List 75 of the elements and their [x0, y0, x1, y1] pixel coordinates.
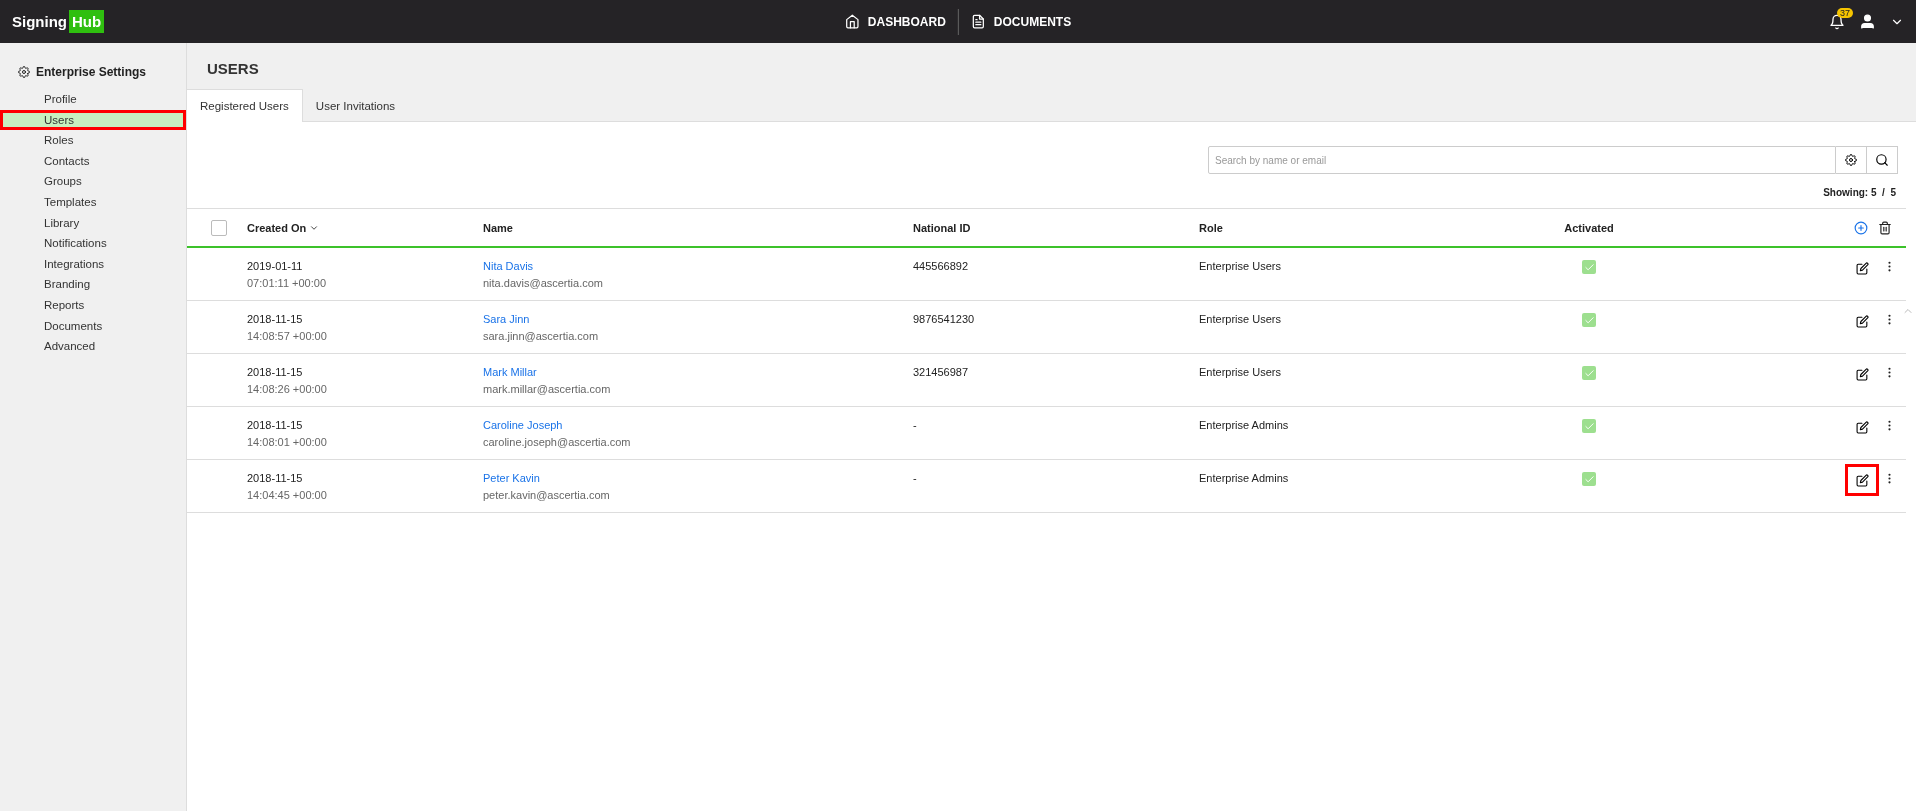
- table-cell-text: Enterprise Admins: [1199, 472, 1290, 484]
- table-cell-text: 9876541230: [913, 313, 976, 325]
- table-cell-text: Enterprise Users: [1199, 366, 1282, 378]
- document-icon: [970, 14, 986, 29]
- pencil-icon: [1855, 261, 1869, 275]
- table-cell-text: -: [913, 419, 918, 431]
- page-title: USERS: [206, 59, 260, 79]
- edit-button[interactable]: [1845, 464, 1879, 496]
- gear-icon: [18, 66, 30, 78]
- table-cell-text: 2018-11-15: [247, 366, 304, 378]
- pencil-icon: [1855, 420, 1869, 434]
- sidebar-item[interactable]: Library: [0, 212, 186, 234]
- table-cell-text: sara.jinn@ascertia.com: [483, 330, 600, 342]
- sidebar-item[interactable]: Branding: [0, 274, 186, 295]
- table-cell-text: 14:08:01 +00:00: [247, 436, 328, 448]
- table-cell-text: 2018-11-15: [247, 472, 304, 484]
- table-cell-text: mark.millar@ascertia.com: [483, 383, 612, 395]
- table-cell-text: 321456987: [913, 366, 970, 378]
- sidebar-item[interactable]: Users: [0, 109, 186, 131]
- sidebar-item[interactable]: Advanced: [0, 336, 186, 357]
- column-header: Activated: [1563, 221, 1615, 234]
- add-icon[interactable]: [1854, 220, 1868, 235]
- user-icon[interactable]: [1859, 13, 1876, 30]
- sidebar-item[interactable]: Reports: [0, 294, 186, 316]
- table-cell-text: Enterprise Users: [1199, 313, 1282, 325]
- settings-button[interactable]: [1836, 146, 1867, 174]
- user-name-link[interactable]: Sara Jinn: [483, 313, 913, 325]
- sidebar-title: Enterprise Settings: [36, 65, 147, 79]
- sidebar-item[interactable]: Documents: [0, 315, 186, 337]
- pencil-icon: [1855, 314, 1869, 328]
- user-name-link[interactable]: Mark Millar: [483, 366, 913, 378]
- table-cell-text: 445566892: [913, 260, 970, 272]
- user-name-link[interactable]: Nita Davis: [483, 260, 913, 272]
- table-cell-text: 2018-11-15: [247, 313, 304, 325]
- logo: Signing Hub: [12, 10, 105, 33]
- user-name-link[interactable]: Peter Kavin: [483, 472, 913, 484]
- search-button[interactable]: [1867, 146, 1898, 174]
- trash-icon[interactable]: [1878, 220, 1892, 235]
- pencil-icon: [1855, 367, 1869, 381]
- tab[interactable]: Registered Users: [187, 89, 303, 122]
- table-cell-text: 2018-11-15: [247, 419, 304, 431]
- table-cell-text: 14:08:26 +00:00: [247, 383, 328, 395]
- sidebar-item[interactable]: Roles: [0, 130, 186, 151]
- column-header: Role: [1199, 221, 1224, 234]
- pencil-icon: [1855, 473, 1869, 487]
- table-cell-text: 14:04:45 +00:00: [247, 489, 328, 501]
- table-cell-text: 14:08:57 +00:00: [247, 330, 328, 342]
- sidebar-item[interactable]: Integrations: [0, 253, 186, 275]
- home-icon: [844, 14, 860, 29]
- sidebar-item[interactable]: Groups: [0, 171, 186, 192]
- table-cell-text: peter.kavin@ascertia.com: [483, 489, 611, 501]
- sidebar-item[interactable]: Templates: [0, 191, 186, 213]
- search-icon: [1875, 153, 1889, 167]
- table-cell-text: nita.davis@ascertia.com: [483, 277, 604, 289]
- sidebar-item[interactable]: Notifications: [0, 233, 186, 254]
- nav-link[interactable]: DASHBOARD: [832, 8, 958, 35]
- showing-count: Showing: 5 / 5: [1823, 187, 1896, 198]
- table-cell-text: caroline.joseph@ascertia.com: [483, 436, 632, 448]
- nav-link[interactable]: DOCUMENTS: [957, 8, 1084, 35]
- column-header: National ID: [913, 221, 972, 234]
- search-field[interactable]: Search by name or email: [1208, 146, 1836, 174]
- sidebar-item[interactable]: Profile: [0, 89, 186, 110]
- table-cell-text: 07:01:11 +00:00: [247, 277, 327, 289]
- table-cell-text: Enterprise Users: [1199, 260, 1282, 272]
- tab[interactable]: User Invitations: [302, 89, 410, 122]
- column-header[interactable]: Created On: [247, 221, 307, 234]
- table-cell-text: 2019-01-11: [247, 260, 304, 272]
- sidebar-item[interactable]: Contacts: [0, 150, 186, 172]
- table-cell-text: Enterprise Admins: [1199, 419, 1290, 431]
- table-cell-text: -: [913, 472, 918, 484]
- checkbox[interactable]: [211, 219, 227, 236]
- notification-badge: 37: [1837, 7, 1853, 18]
- column-header: Name: [483, 221, 514, 234]
- gear-icon: [1845, 154, 1857, 166]
- user-name-link[interactable]: Caroline Joseph: [483, 419, 913, 431]
